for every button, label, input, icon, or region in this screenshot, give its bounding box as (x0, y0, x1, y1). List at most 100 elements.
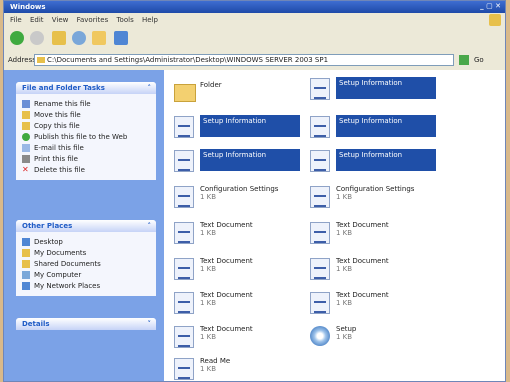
place-my-computer[interactable]: My Computer (22, 271, 150, 279)
task-label: Move this file (34, 111, 81, 119)
chevron-up-icon[interactable]: ˄ (148, 82, 152, 94)
place-desktop[interactable]: Desktop (22, 238, 150, 246)
file-item[interactable]: Folder (174, 80, 304, 106)
file-item[interactable]: Read Me 1 KB (174, 356, 304, 381)
document-icon (174, 358, 194, 380)
folder-icon (174, 84, 196, 102)
place-shared-documents[interactable]: Shared Documents (22, 260, 150, 268)
views-icon[interactable] (114, 31, 128, 45)
desktop-icon (22, 238, 30, 246)
file-name: Configuration Settings (200, 185, 279, 193)
task-rename[interactable]: Rename this file (22, 100, 150, 108)
place-my-documents[interactable]: My Documents (22, 249, 150, 257)
file-item[interactable]: Text Document 1 KB (310, 290, 440, 316)
file-name: Setup Information (339, 117, 403, 125)
chevron-down-icon[interactable]: ˅ (148, 318, 152, 330)
menu-bar: File Edit View Favorites Tools Help (4, 13, 505, 28)
other-places-header[interactable]: Other Places ˄ (16, 220, 156, 232)
menu-file[interactable]: File (10, 16, 22, 24)
menu-favorites[interactable]: Favorites (77, 16, 109, 24)
title-bar[interactable]: Windows _ ▢ ✕ (4, 1, 505, 13)
menu-view[interactable]: View (52, 16, 69, 24)
computer-icon (22, 271, 30, 279)
back-arrow-icon[interactable] (10, 31, 24, 45)
file-item[interactable]: Text Document 1 KB (174, 324, 304, 350)
file-item[interactable]: Setup 1 KB (310, 324, 440, 350)
file-item[interactable]: Text Document 1 KB (174, 290, 304, 316)
place-label: Shared Documents (34, 260, 101, 268)
task-label: Copy this file (34, 122, 80, 130)
globe-icon (22, 133, 30, 141)
file-name: Setup (336, 325, 357, 333)
file-size: 1 KB (200, 333, 217, 341)
delete-icon: ✕ (22, 165, 29, 174)
address-path: C:\Documents and Settings\Administrator\… (47, 56, 329, 64)
file-item[interactable]: Text Document 1 KB (174, 256, 304, 282)
chevron-up-icon[interactable]: ˄ (148, 220, 152, 232)
document-icon (174, 186, 194, 208)
details-header[interactable]: Details ˅ (16, 318, 156, 330)
file-item[interactable]: Text Document 1 KB (310, 256, 440, 282)
print-icon (22, 155, 30, 163)
file-item[interactable]: Text Document 1 KB (310, 220, 440, 246)
up-folder-icon[interactable] (52, 31, 66, 45)
document-icon (174, 292, 194, 314)
file-name: Text Document (200, 257, 253, 265)
file-item[interactable]: Setup Information (174, 114, 304, 140)
other-places-title: Other Places (22, 222, 73, 230)
documents-icon (22, 249, 30, 257)
file-name: Text Document (200, 325, 253, 333)
move-icon (22, 111, 30, 119)
file-name: Setup Information (339, 79, 403, 87)
go-arrow-icon[interactable] (459, 55, 469, 65)
file-item[interactable]: Setup Information (310, 114, 440, 140)
task-delete[interactable]: ✕ Delete this file (22, 165, 150, 175)
task-publish[interactable]: Publish this file to the Web (22, 133, 150, 141)
file-name: Text Document (200, 291, 253, 299)
task-label: Rename this file (34, 100, 91, 108)
file-size: 1 KB (336, 229, 353, 237)
go-button[interactable]: Go (474, 56, 484, 64)
task-label: E-mail this file (34, 144, 84, 152)
file-item[interactable]: Setup Information (310, 76, 440, 102)
file-name: Setup Information (203, 117, 267, 125)
file-item[interactable]: Configuration Settings 1 KB (174, 184, 304, 210)
file-list: Folder Setup Information Setup Informati… (164, 70, 505, 381)
file-tasks-panel: File and Folder Tasks ˄ Rename this file … (16, 82, 156, 180)
file-item[interactable]: Setup Information (310, 148, 440, 174)
file-item[interactable]: Text Document 1 KB (174, 220, 304, 246)
task-print[interactable]: Print this file (22, 155, 150, 163)
task-pane: File and Folder Tasks ˄ Rename this file … (4, 70, 164, 381)
email-icon (22, 144, 30, 152)
address-label: Address (8, 56, 36, 64)
file-tasks-header[interactable]: File and Folder Tasks ˄ (16, 82, 156, 94)
task-email[interactable]: E-mail this file (22, 144, 150, 152)
address-input[interactable]: C:\Documents and Settings\Administrator\… (34, 54, 454, 66)
file-name: Setup Information (339, 151, 403, 159)
file-name: Configuration Settings (336, 185, 415, 193)
file-size: 1 KB (200, 229, 217, 237)
folders-icon[interactable] (92, 31, 106, 45)
menu-help[interactable]: Help (142, 16, 158, 24)
menu-edit[interactable]: Edit (30, 16, 44, 24)
file-name: Folder (200, 81, 222, 89)
rename-icon (22, 100, 30, 108)
copy-icon (22, 122, 30, 130)
document-icon (174, 258, 194, 280)
search-icon[interactable] (72, 31, 86, 45)
document-icon (174, 116, 194, 138)
document-icon (174, 326, 194, 348)
forward-arrow-icon[interactable] (30, 31, 44, 45)
document-icon (310, 258, 330, 280)
task-copy[interactable]: Copy this file (22, 122, 150, 130)
file-item[interactable]: Setup Information (174, 148, 304, 174)
task-move[interactable]: Move this file (22, 111, 150, 119)
window-controls[interactable]: _ ▢ ✕ (480, 2, 501, 10)
other-places-panel: Other Places ˄ Desktop My Documents Share… (16, 220, 156, 296)
menu-tools[interactable]: Tools (116, 16, 133, 24)
place-label: My Network Places (34, 282, 101, 290)
file-item[interactable]: Configuration Settings 1 KB (310, 184, 440, 210)
file-size: 1 KB (200, 365, 217, 373)
details-title: Details (22, 320, 50, 328)
place-network[interactable]: My Network Places (22, 282, 150, 290)
